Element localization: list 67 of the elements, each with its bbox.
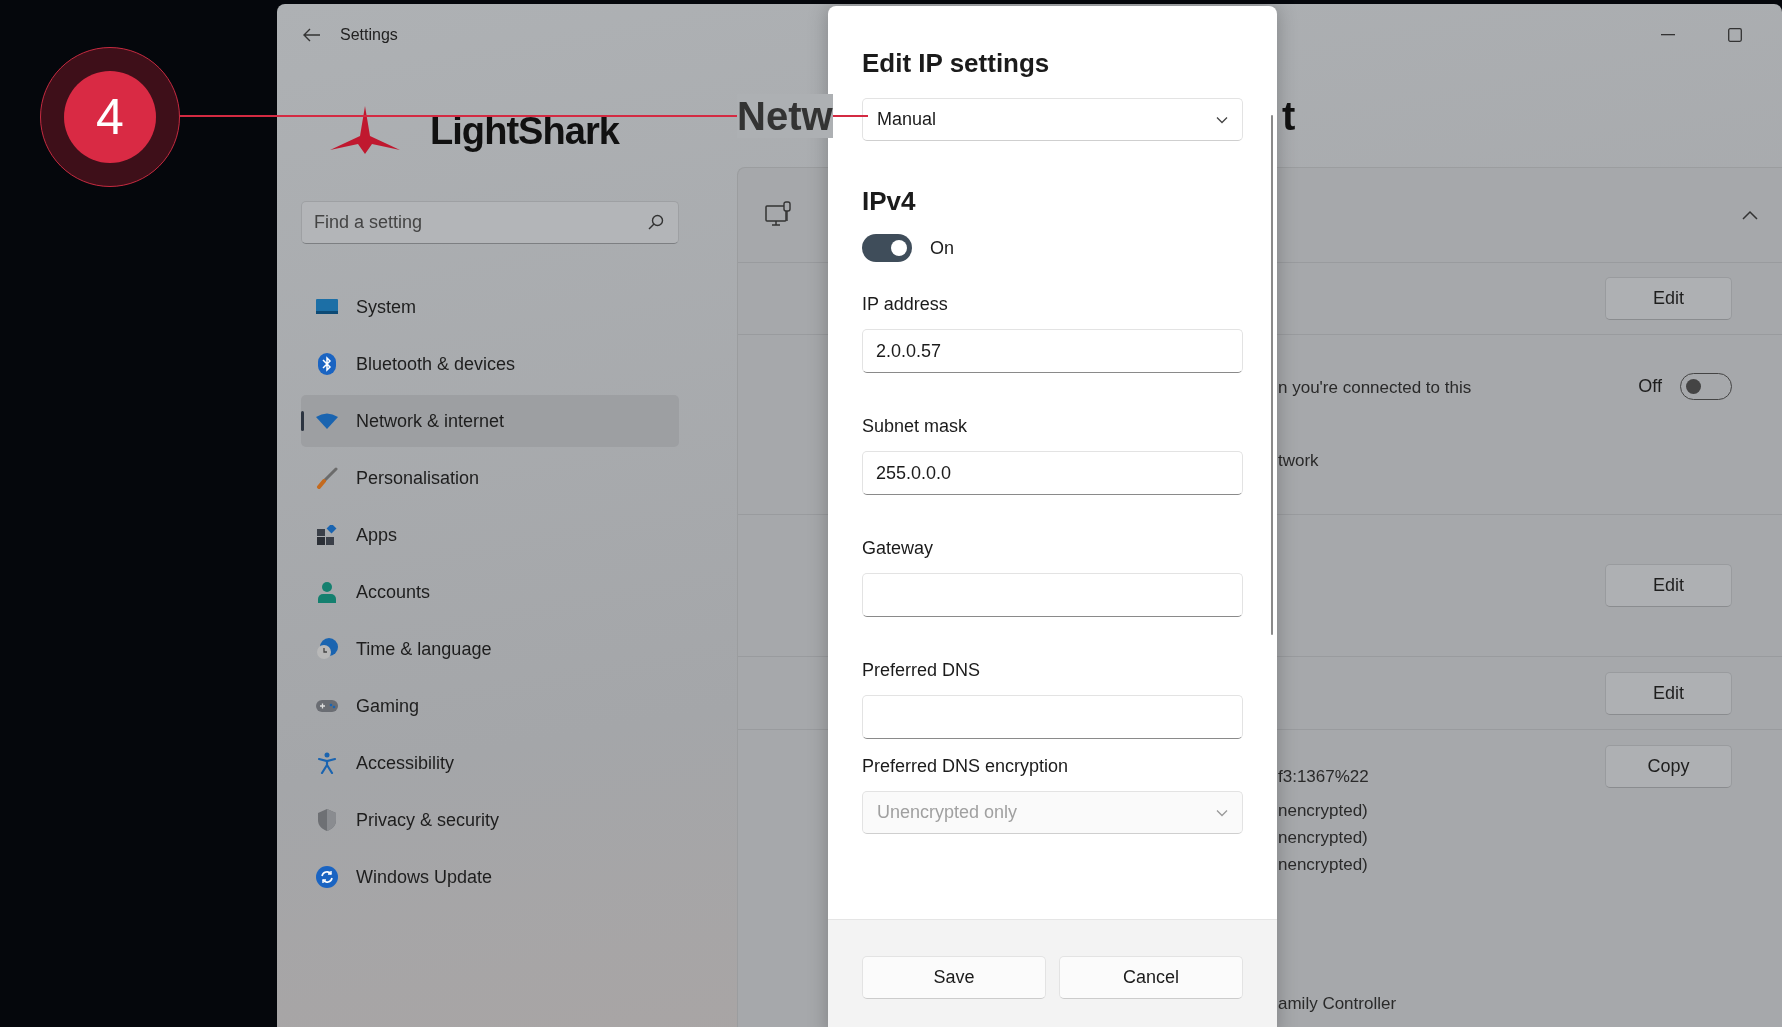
toggle-state-label: Off bbox=[1638, 375, 1662, 398]
action-button[interactable]: Edit bbox=[1605, 277, 1732, 320]
sidebar-item[interactable]: Apps bbox=[301, 509, 679, 561]
toggle-switch[interactable] bbox=[862, 234, 912, 262]
ethernet-monitor-icon bbox=[765, 201, 793, 229]
sidebar-item[interactable]: System bbox=[301, 281, 679, 333]
selection-indicator bbox=[301, 411, 304, 431]
action-button[interactable]: Copy bbox=[1605, 745, 1732, 788]
refresh-icon bbox=[315, 866, 339, 888]
setting-text: n you're connected to this bbox=[1278, 377, 1473, 399]
sidebar-item[interactable]: Bluetooth & devices bbox=[301, 338, 679, 390]
bluetooth-icon bbox=[315, 353, 339, 375]
setting-text: twork bbox=[1278, 450, 1320, 472]
page-heading: Netw bbox=[737, 94, 833, 138]
setting-text: nencrypted) bbox=[1278, 800, 1369, 822]
dialog-button[interactable]: Cancel bbox=[1059, 956, 1243, 999]
back-icon[interactable] bbox=[303, 28, 321, 42]
sidebar-item[interactable]: Personalisation bbox=[301, 452, 679, 504]
step-badge: 4 bbox=[64, 71, 156, 163]
globe-clock-icon bbox=[315, 638, 339, 660]
sidebar-item[interactable]: Accounts bbox=[301, 566, 679, 618]
search-field[interactable]: Find a setting bbox=[301, 201, 679, 244]
maximize-icon[interactable] bbox=[1728, 28, 1742, 42]
window-title: Settings bbox=[340, 25, 398, 45]
input-field[interactable] bbox=[862, 695, 1243, 739]
page-heading: t bbox=[1282, 93, 1296, 140]
field-label: Preferred DNS bbox=[862, 659, 982, 682]
person-icon bbox=[315, 581, 339, 603]
monitor-icon bbox=[315, 299, 339, 315]
wifi-icon bbox=[315, 413, 339, 429]
scrollbar[interactable] bbox=[1271, 115, 1273, 635]
sidebar-item[interactable]: Windows Update bbox=[301, 851, 679, 903]
dropdown[interactable]: Manual bbox=[862, 98, 1243, 141]
gamepad-icon bbox=[315, 698, 339, 714]
minimize-icon[interactable] bbox=[1661, 34, 1675, 36]
field-label: IP address bbox=[862, 293, 949, 316]
accessibility-icon bbox=[315, 752, 339, 774]
chevron-down-icon bbox=[1216, 115, 1228, 124]
action-button[interactable]: Edit bbox=[1605, 564, 1732, 607]
dialog-title: Edit IP settings bbox=[862, 47, 1051, 80]
chevron-icon[interactable] bbox=[1742, 210, 1758, 220]
field-label: Gateway bbox=[862, 537, 935, 560]
shield-icon bbox=[315, 809, 339, 831]
sidebar-item[interactable]: Time & language bbox=[301, 623, 679, 675]
sidebar-item[interactable]: Privacy & security bbox=[301, 794, 679, 846]
setting-text: f3:1367%22 bbox=[1278, 766, 1370, 788]
section-heading: IPv4 bbox=[862, 186, 917, 216]
sidebar-item[interactable]: Accessibility bbox=[301, 737, 679, 789]
input-field[interactable]: 255.0.0.0 bbox=[862, 451, 1243, 495]
sidebar-item[interactable]: Gaming bbox=[301, 680, 679, 732]
input-field[interactable]: 2.0.0.57 bbox=[862, 329, 1243, 373]
brush-icon bbox=[315, 467, 339, 489]
dialog-button[interactable]: Save bbox=[862, 956, 1046, 999]
logo-text: LightShark bbox=[430, 108, 619, 154]
apps-icon bbox=[315, 525, 339, 545]
shark-logo-icon bbox=[330, 106, 400, 156]
search-icon[interactable] bbox=[648, 214, 664, 230]
setting-text: nencrypted) bbox=[1278, 854, 1369, 876]
setting-text: amily Controller bbox=[1278, 993, 1398, 1015]
chevron-down-icon bbox=[1216, 808, 1228, 817]
toggle-state-label: On bbox=[930, 236, 954, 260]
field-label: Subnet mask bbox=[862, 415, 969, 438]
input-field[interactable] bbox=[862, 573, 1243, 617]
action-button[interactable]: Edit bbox=[1605, 671, 1732, 715]
sidebar-item[interactable]: Network & internet bbox=[301, 395, 679, 447]
field-label: Preferred DNS encryption bbox=[862, 755, 1070, 778]
setting-text: nencrypted) bbox=[1278, 827, 1369, 849]
